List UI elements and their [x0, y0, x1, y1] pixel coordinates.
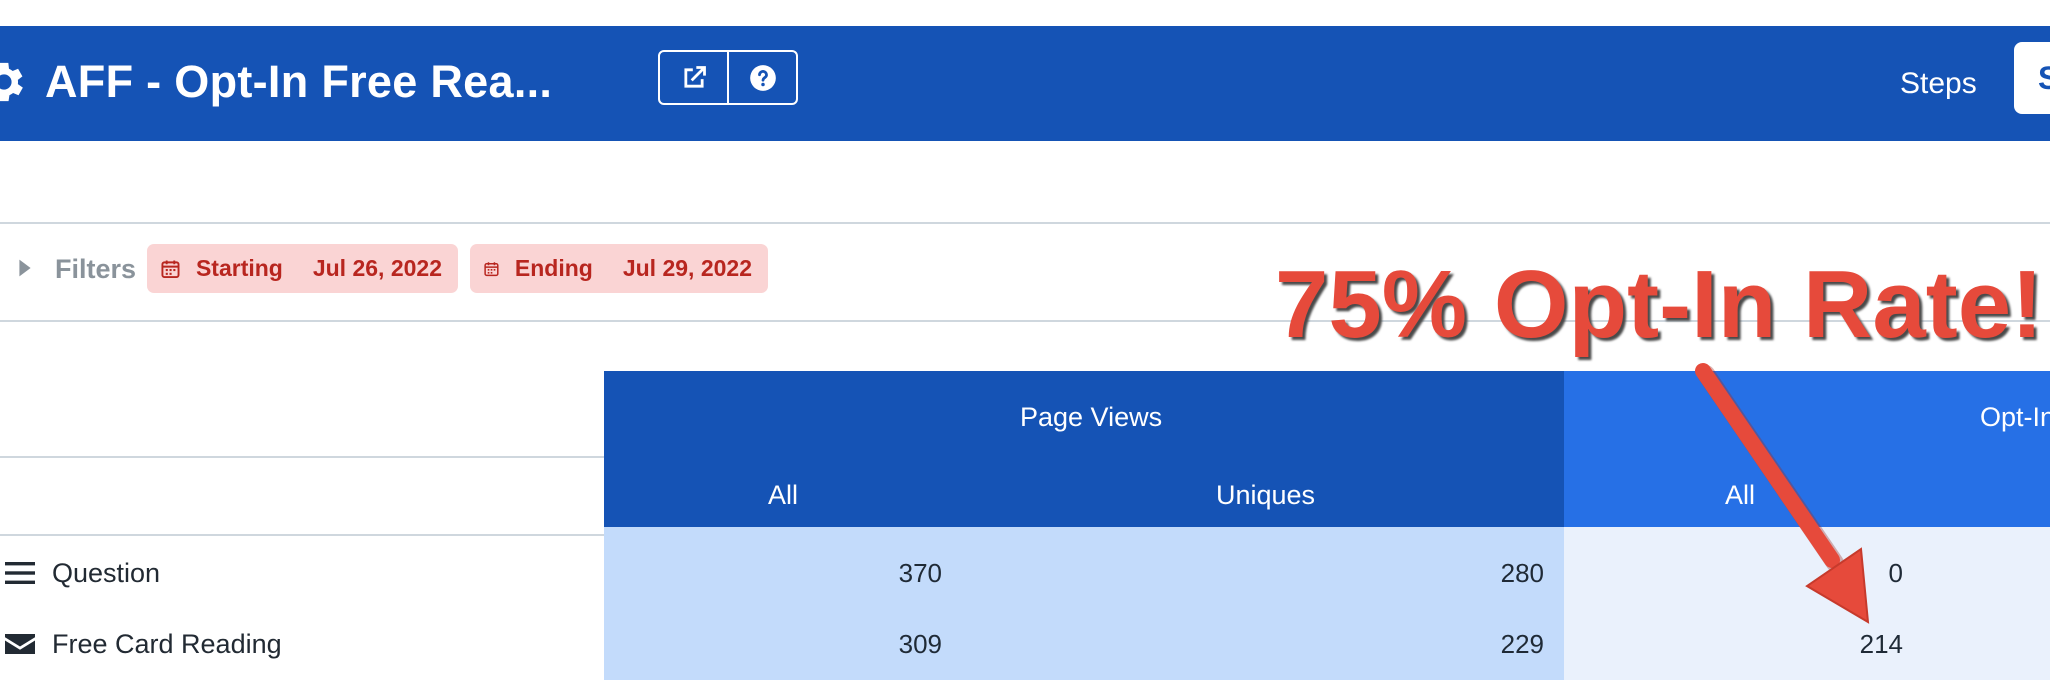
- row-label-text: Free Card Reading: [52, 628, 282, 659]
- table-cell: 309: [898, 629, 942, 659]
- column-header-all[interactable]: All: [768, 476, 798, 514]
- divider: [0, 456, 604, 458]
- opt-in-header: [1564, 371, 2050, 527]
- filters-label[interactable]: Filters: [55, 250, 136, 288]
- question-circle-icon: [749, 64, 776, 91]
- row-label-text: Question: [52, 557, 161, 588]
- help-button[interactable]: [727, 52, 796, 103]
- table-cell: 0: [1888, 558, 1903, 588]
- external-link-icon: [683, 65, 706, 88]
- annotation-text: 75% Opt-In Rate!!: [1275, 251, 2050, 358]
- envelope-icon: [5, 634, 35, 654]
- header-button-group: [658, 50, 798, 105]
- top-bar: AFF - Opt-In Free Rea... Steps S: [0, 26, 2050, 141]
- ending-date-filter[interactable]: Ending Jul 29, 2022: [470, 244, 768, 293]
- menu-icon: [5, 562, 35, 584]
- calendar-icon: [161, 259, 180, 278]
- column-header-all[interactable]: All: [1725, 476, 1755, 514]
- ending-value: Jul 29, 2022: [622, 255, 752, 281]
- calendar-icon: [484, 261, 499, 276]
- table-cell: 280: [1500, 558, 1544, 588]
- steps-link[interactable]: Steps: [1900, 60, 1977, 108]
- starting-value: Jul 26, 2022: [312, 255, 442, 281]
- group-header-page-views: Page Views: [1020, 402, 1163, 432]
- gear-icon[interactable]: [0, 56, 30, 108]
- caret-right-icon[interactable]: [18, 258, 32, 278]
- starting-label: Starting: [195, 255, 283, 281]
- header-primary-button[interactable]: S: [2014, 42, 2050, 114]
- page-views-header: [604, 371, 1564, 527]
- table-cell: 214: [1859, 629, 1903, 659]
- page-title: AFF - Opt-In Free Rea...: [45, 56, 553, 107]
- table-cell: 229: [1500, 629, 1544, 659]
- open-external-button[interactable]: [660, 52, 727, 103]
- ending-label: Ending: [514, 255, 593, 281]
- starting-date-filter[interactable]: Starting Jul 26, 2022: [147, 244, 458, 293]
- table-row-label[interactable]: Question: [0, 537, 160, 609]
- divider: [0, 222, 2050, 224]
- table-cell: 370: [898, 558, 942, 588]
- table-row-label[interactable]: Free Card Reading: [0, 608, 282, 680]
- column-header-uniques[interactable]: Uniques: [1216, 476, 1315, 514]
- divider: [0, 534, 604, 536]
- group-header-opt-in: Opt-In: [1980, 402, 2050, 432]
